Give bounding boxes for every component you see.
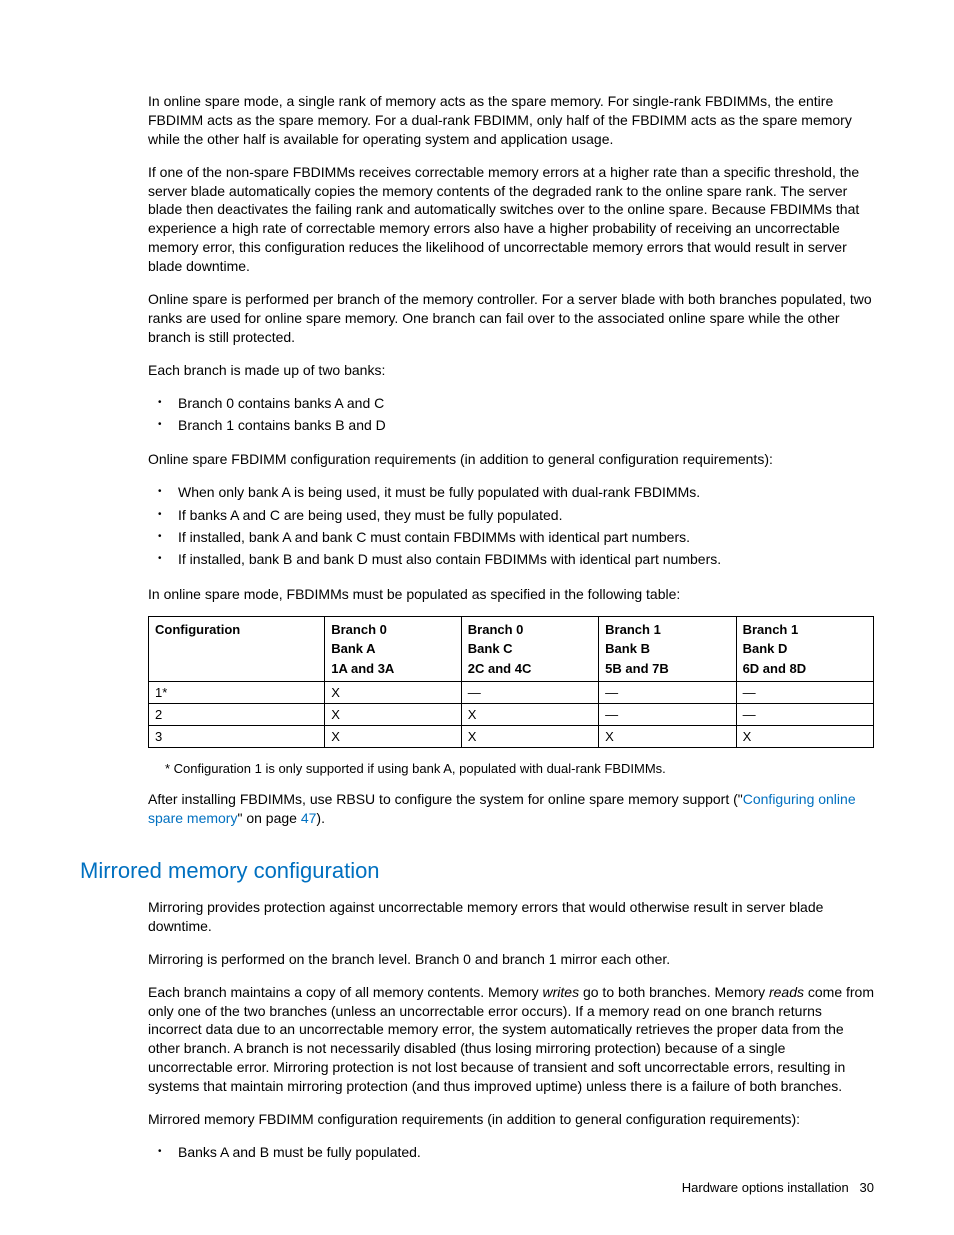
bullet-list: When only bank A is being used, it must … [148,481,874,571]
paragraph: Online spare FBDIMM configuration requir… [148,450,874,469]
paragraph: If one of the non-spare FBDIMMs receives… [148,163,874,276]
page-footer: Hardware options installation 30 [682,1180,874,1195]
paragraph: Each branch is made up of two banks: [148,361,874,380]
table-footnote: * Configuration 1 is only supported if u… [165,761,874,776]
table-cell: X [325,704,462,726]
table-header: Branch 0 Bank C 2C and 4C [461,616,598,682]
table-cell: X [325,726,462,748]
list-item: Branch 0 contains banks A and C [178,392,874,414]
bullet-list: Banks A and B must be fully populated. [148,1141,874,1163]
table-cell: X [599,726,736,748]
table-cell: 1* [149,682,325,704]
paragraph: Mirroring is performed on the branch lev… [148,950,874,969]
table-header: Branch 1 Bank B 5B and 7B [599,616,736,682]
table-cell: X [461,726,598,748]
table-cell: X [325,682,462,704]
table-cell: 3 [149,726,325,748]
paragraph: Online spare is performed per branch of … [148,290,874,347]
table-cell: X [736,726,873,748]
paragraph: In online spare mode, FBDIMMs must be po… [148,585,874,604]
heading-mirrored-memory: Mirrored memory configuration [80,858,874,884]
table-cell: — [736,704,873,726]
bullet-list: Branch 0 contains banks A and C Branch 1… [148,392,874,437]
list-item: Banks A and B must be fully populated. [178,1141,874,1163]
table-cell: — [461,682,598,704]
list-item: Branch 1 contains banks B and D [178,414,874,436]
table-header: Configuration [149,616,325,682]
paragraph: After installing FBDIMMs, use RBSU to co… [148,790,874,828]
table-header: Branch 0 Bank A 1A and 3A [325,616,462,682]
table-cell: X [461,704,598,726]
table-cell: — [736,682,873,704]
table-cell: — [599,682,736,704]
paragraph: Each branch maintains a copy of all memo… [148,983,874,1096]
list-item: If installed, bank B and bank D must als… [178,548,874,570]
link-page-47[interactable]: 47 [301,810,317,826]
table-cell: — [599,704,736,726]
paragraph: Mirroring provides protection against un… [148,898,874,936]
table-cell: 2 [149,704,325,726]
table-header: Branch 1 Bank D 6D and 8D [736,616,873,682]
configuration-table: Configuration Branch 0 Bank A 1A and 3A … [148,616,874,749]
list-item: If banks A and C are being used, they mu… [178,504,874,526]
list-item: When only bank A is being used, it must … [178,481,874,503]
paragraph: In online spare mode, a single rank of m… [148,92,874,149]
paragraph: Mirrored memory FBDIMM configuration req… [148,1110,874,1129]
list-item: If installed, bank A and bank C must con… [178,526,874,548]
